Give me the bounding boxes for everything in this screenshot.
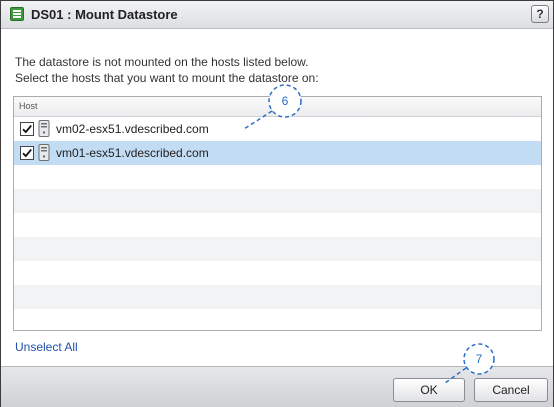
host-row-1[interactable]: vm02-esx51.vdescribed.com [14, 117, 541, 141]
dialog-description: The datastore is not mounted on the host… [15, 54, 319, 86]
empty-row [14, 261, 541, 285]
host-name: vm01-esx51.vdescribed.com [56, 146, 209, 160]
empty-row [14, 309, 541, 330]
host-server-icon [38, 120, 50, 137]
grid-header: Host [14, 97, 541, 117]
grid-rows: vm02-esx51.vdescribed.com vm01-esx51.vde… [14, 117, 541, 330]
cancel-button[interactable]: Cancel [474, 378, 548, 402]
mount-datastore-dialog: DS01 : Mount Datastore ? The datastore i… [0, 0, 554, 407]
ok-button[interactable]: OK [393, 378, 465, 402]
host-name: vm02-esx51.vdescribed.com [56, 122, 209, 136]
description-line-2: Select the hosts that you want to mount … [15, 71, 319, 85]
column-header-host[interactable]: Host [19, 101, 38, 111]
help-icon[interactable]: ? [531, 5, 549, 23]
dialog-title: DS01 : Mount Datastore [31, 7, 178, 22]
checkmark-icon [22, 149, 32, 158]
host-row-2[interactable]: vm01-esx51.vdescribed.com [14, 141, 541, 165]
host-grid: Host vm02-esx51.vdescribed.com vm01-esx5… [13, 96, 542, 331]
checkmark-icon [22, 125, 32, 134]
empty-row [14, 165, 541, 189]
empty-row [14, 285, 541, 309]
empty-row [14, 213, 541, 237]
unselect-all-link[interactable]: Unselect All [15, 340, 78, 354]
host-checkbox[interactable] [20, 146, 34, 160]
datastore-icon [10, 7, 24, 21]
description-line-1: The datastore is not mounted on the host… [15, 55, 309, 69]
host-server-icon [38, 144, 50, 161]
dialog-footer: OK Cancel [1, 366, 553, 407]
dialog-titlebar: DS01 : Mount Datastore ? [1, 1, 553, 29]
host-checkbox[interactable] [20, 122, 34, 136]
empty-row [14, 237, 541, 261]
empty-row [14, 189, 541, 213]
